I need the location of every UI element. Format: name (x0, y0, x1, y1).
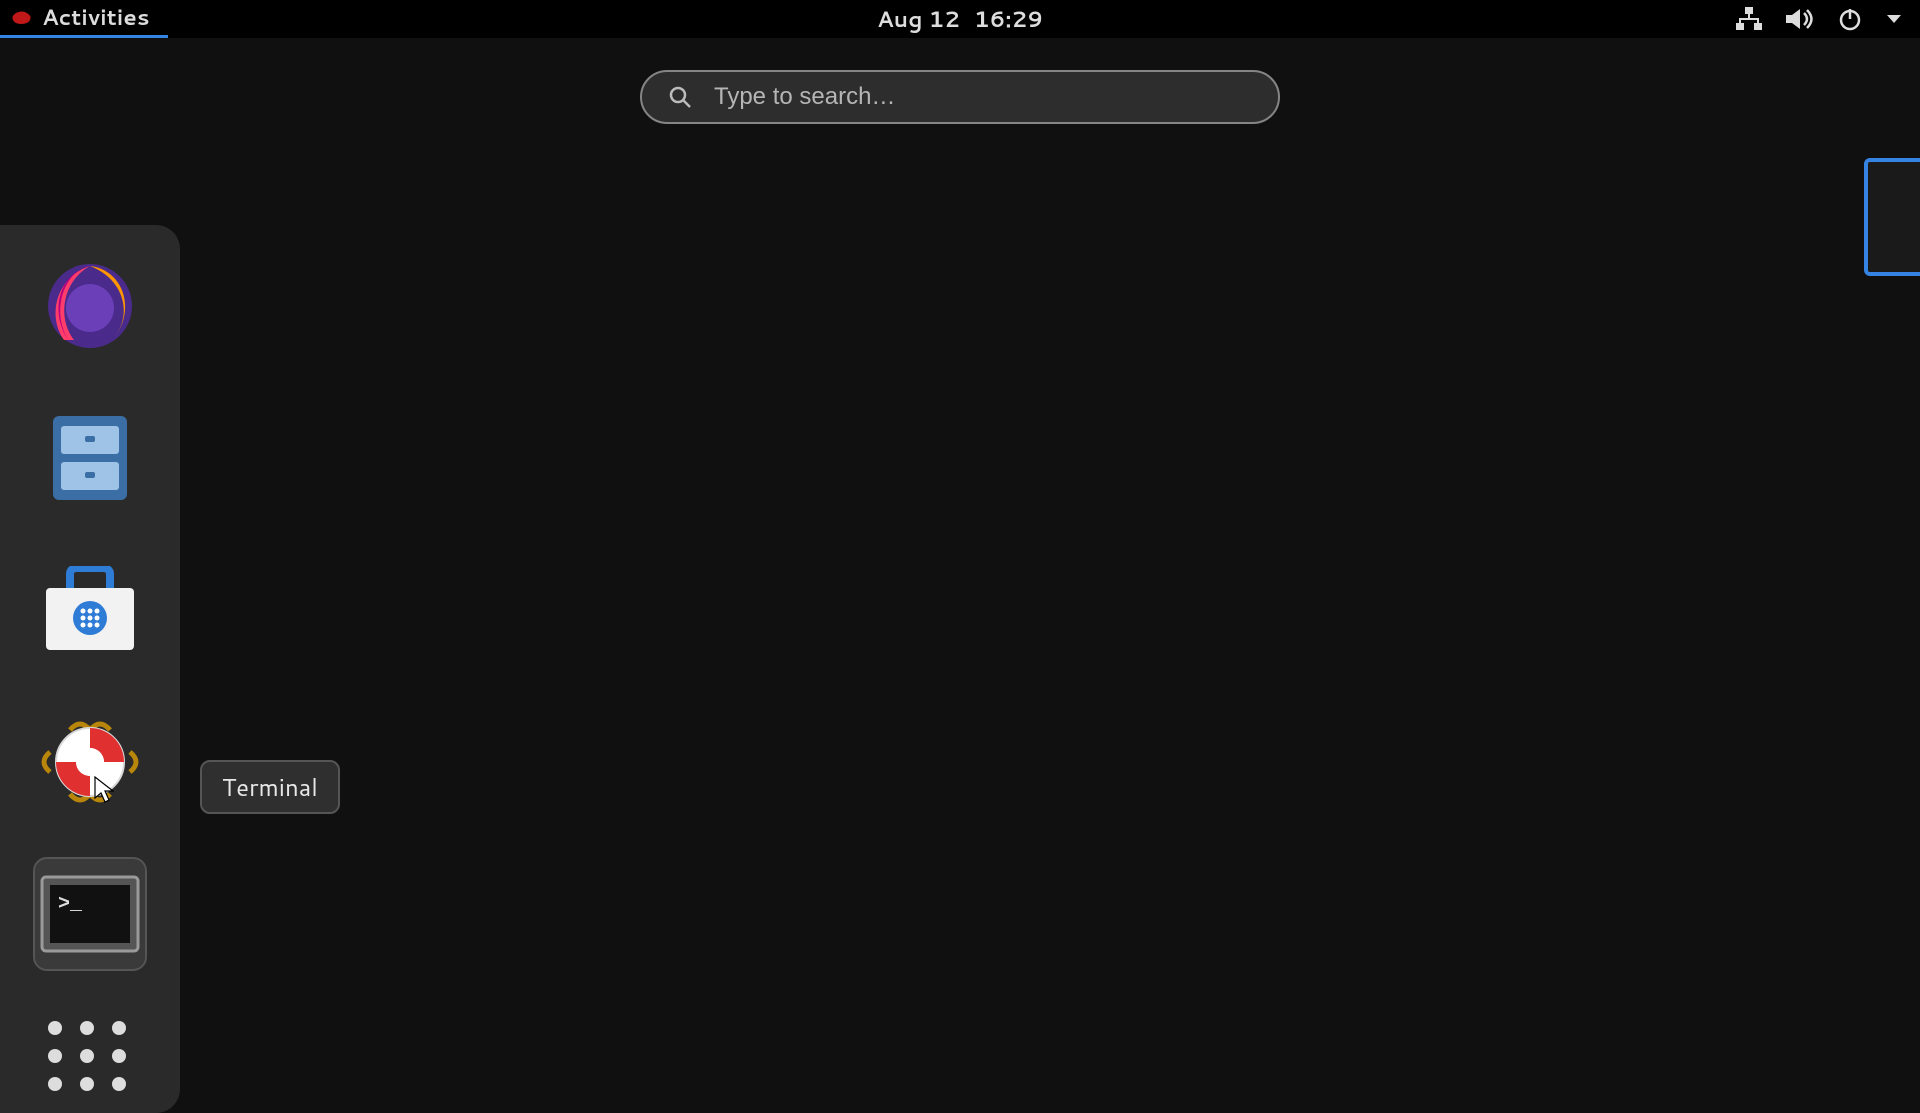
activities-label: Activities (42, 2, 150, 33)
search-input[interactable] (714, 83, 1252, 111)
redhat-fedora-icon (1436, 968, 1524, 1030)
dash: >_ (0, 225, 180, 1113)
wallpaper-emblem (810, 361, 1110, 721)
distro-branding: Red Hat Enterprise Linux (1436, 958, 1850, 1040)
show-applications-button[interactable] (48, 1021, 132, 1087)
dash-app-firefox[interactable] (35, 251, 145, 361)
help-icon (36, 718, 144, 806)
top-panel: Activities Aug 12 16:29 (0, 0, 1920, 38)
workspace-thumbnail-current[interactable] (1864, 158, 1920, 276)
dash-app-terminal[interactable]: >_ (35, 859, 145, 969)
firefox-icon (44, 260, 136, 352)
brand-line-2: Enterprise Linux (1550, 999, 1850, 1040)
volume-icon (1786, 7, 1814, 31)
dash-tooltip: Terminal (200, 760, 340, 814)
network-wired-icon (1736, 7, 1762, 31)
power-icon (1838, 7, 1862, 31)
svg-text:>_: >_ (58, 893, 83, 916)
clock-date: Aug 12 (877, 4, 960, 35)
brand-line-1: Red Hat (1550, 958, 1850, 999)
system-status-area[interactable] (1736, 0, 1920, 38)
chevron-down-icon (1886, 13, 1902, 25)
search-icon (668, 85, 692, 109)
desktop-wallpaper: Red Hat Enterprise Linux (0, 38, 1920, 1080)
redhat-menu-icon (10, 7, 32, 29)
software-icon (42, 566, 138, 654)
files-icon (47, 412, 133, 504)
clock-button[interactable]: Aug 12 16:29 (877, 0, 1043, 38)
overview-search[interactable] (640, 70, 1280, 124)
dash-app-help[interactable] (35, 707, 145, 817)
clock-time: 16:29 (974, 4, 1043, 35)
terminal-icon: >_ (40, 875, 140, 953)
dash-app-software[interactable] (35, 555, 145, 665)
dash-app-files[interactable] (35, 403, 145, 513)
activities-button[interactable]: Activities (0, 0, 168, 38)
